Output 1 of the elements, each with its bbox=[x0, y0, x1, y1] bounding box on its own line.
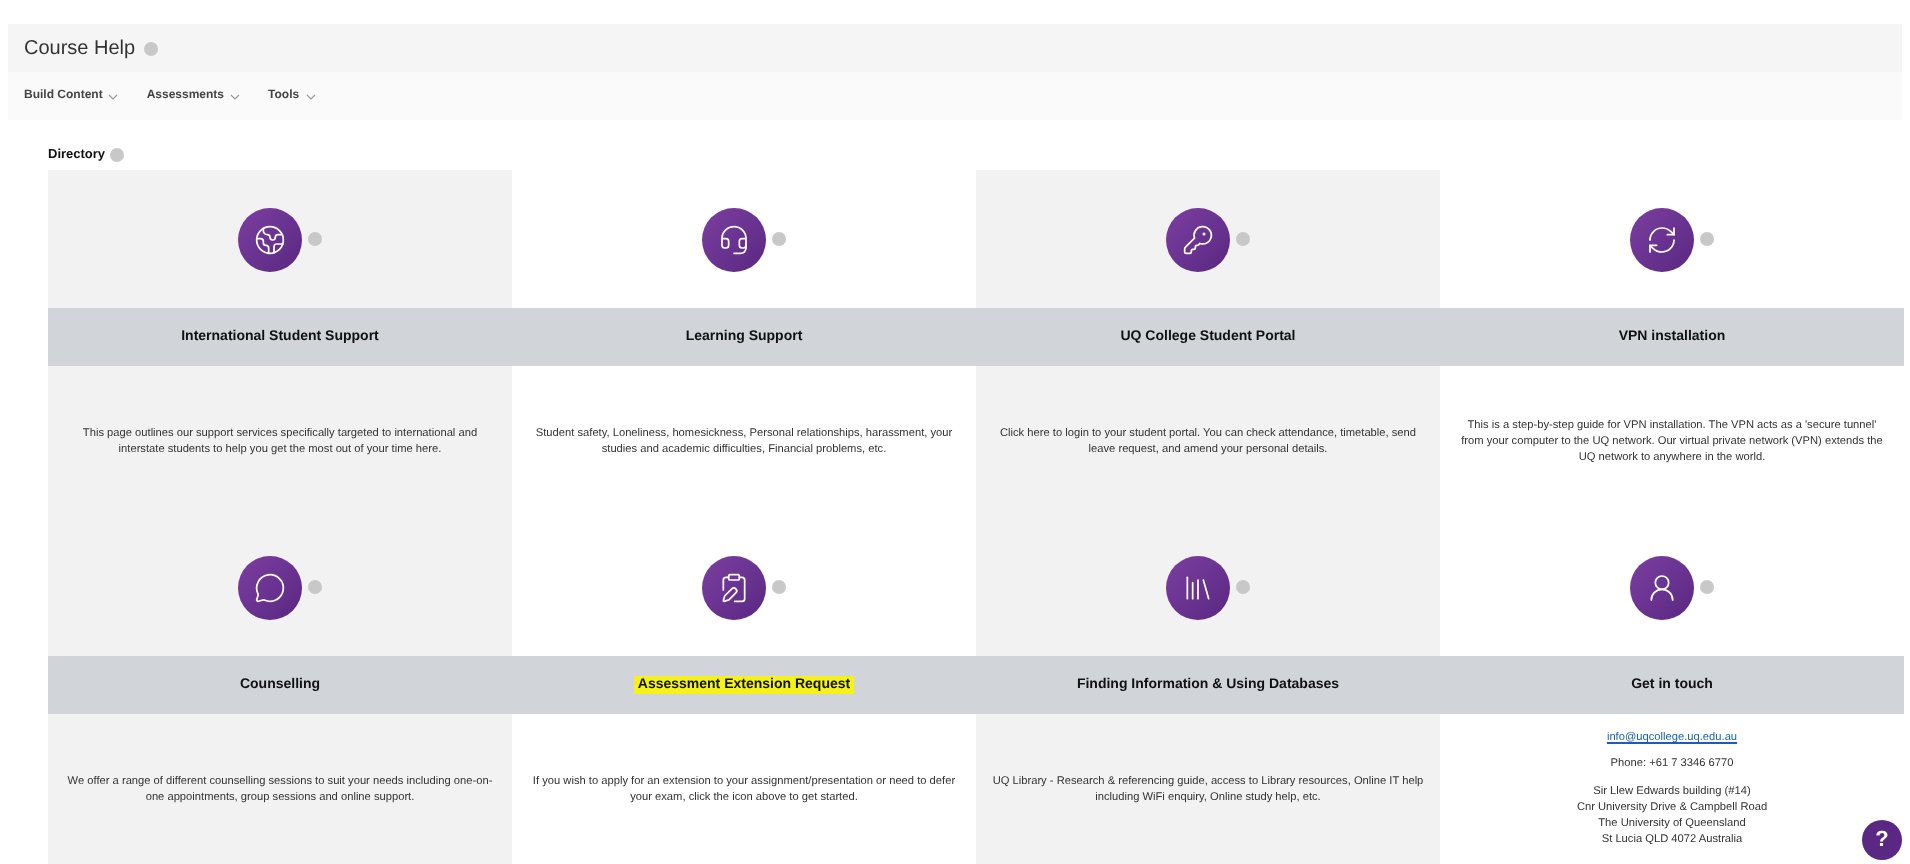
page-title: Course Help bbox=[24, 37, 136, 59]
